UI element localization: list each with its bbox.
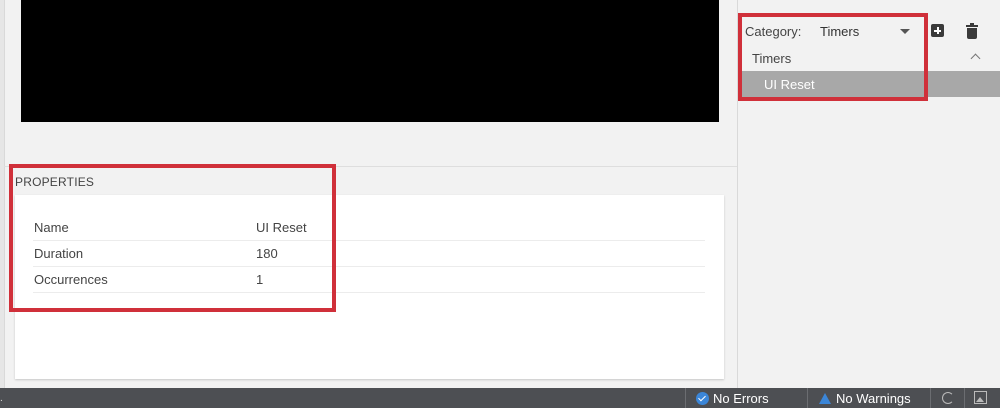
- list-item-ui-reset[interactable]: UI Reset: [738, 71, 1000, 97]
- property-row[interactable]: Duration 180: [33, 240, 705, 267]
- property-value[interactable]: 1: [256, 272, 263, 287]
- list-item-label: UI Reset: [764, 77, 815, 92]
- status-bar: . No Errors No Warnings: [0, 388, 1000, 408]
- refresh-icon[interactable]: [941, 391, 955, 405]
- category-select[interactable]: Timers: [814, 19, 914, 43]
- add-icon[interactable]: [930, 22, 946, 40]
- properties-title: PROPERTIES: [15, 175, 95, 189]
- trash-icon[interactable]: [965, 22, 981, 40]
- section-divider: [4, 166, 737, 167]
- property-value[interactable]: 180: [256, 246, 278, 261]
- errors-text: No Errors: [713, 391, 769, 406]
- preview-canvas: [21, 0, 719, 122]
- group-row-timers[interactable]: Timers: [738, 46, 1000, 70]
- property-key: Occurrences: [34, 272, 108, 287]
- category-select-value: Timers: [820, 24, 860, 39]
- chevron-up-icon[interactable]: [970, 53, 981, 64]
- warning-triangle-icon: [819, 393, 831, 404]
- main-area: PROPERTIES Name UI Reset Duration 180 Oc…: [0, 0, 737, 388]
- status-separator: [807, 388, 808, 408]
- status-dot: .: [0, 393, 3, 404]
- property-value[interactable]: UI Reset: [256, 220, 307, 235]
- property-row[interactable]: Name UI Reset: [33, 214, 705, 241]
- properties-card: Name UI Reset Duration 180 Occurrences 1: [15, 195, 724, 379]
- category-label: Category:: [745, 24, 802, 39]
- group-label: Timers: [752, 51, 792, 66]
- left-edge-strip: [0, 0, 5, 388]
- warnings-text: No Warnings: [836, 391, 911, 406]
- property-key: Duration: [34, 246, 84, 261]
- status-separator: [964, 388, 965, 408]
- property-row[interactable]: Occurrences 1: [33, 266, 705, 293]
- status-separator: [685, 388, 686, 408]
- side-panel: Category: Timers Timers UI Reset: [737, 0, 1000, 388]
- status-separator: [930, 388, 931, 408]
- check-circle-icon: [696, 392, 709, 405]
- caret-down-icon: [900, 29, 910, 34]
- property-key: Name: [34, 220, 69, 235]
- image-icon[interactable]: [974, 391, 988, 405]
